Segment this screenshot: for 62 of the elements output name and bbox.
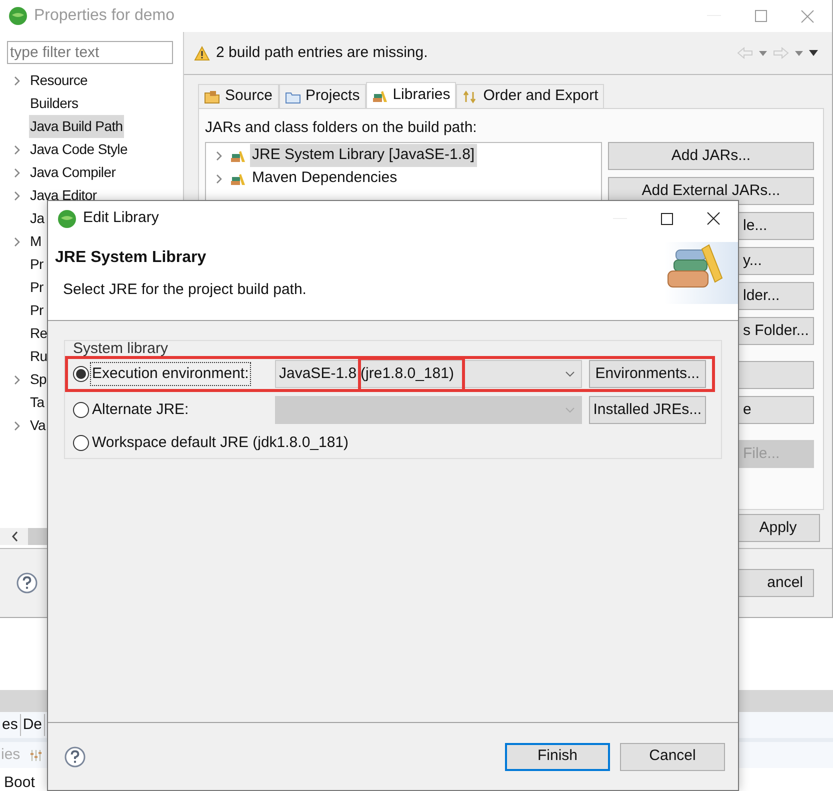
list-caption: JARs and class folders on the build path: xyxy=(205,118,478,138)
dialog-title: Edit Library xyxy=(83,208,159,228)
tab[interactable]: Order and Export xyxy=(456,84,604,108)
side-button[interactable]: Add JARs... xyxy=(608,142,814,170)
group-label: System library xyxy=(73,340,170,354)
library-icon xyxy=(230,172,246,186)
filter-field[interactable]: type filter text xyxy=(7,41,173,64)
tree-item[interactable]: M xyxy=(29,230,42,253)
tree-item[interactable]: Ru xyxy=(29,345,48,368)
tree-item[interactable]: Java Code Style xyxy=(29,138,128,161)
tree-item[interactable]: Pr xyxy=(29,299,44,322)
package-folder-icon xyxy=(204,90,220,104)
tree-row-text: Boot xyxy=(4,774,35,791)
dropdown-icon[interactable] xyxy=(795,50,803,56)
apply-button[interactable]: Apply xyxy=(736,514,820,542)
close-icon[interactable] xyxy=(707,212,720,225)
environments-button[interactable]: Environments... xyxy=(588,360,706,388)
tree-item[interactable]: Ta xyxy=(29,391,46,414)
tree-item[interactable]: Sp xyxy=(29,368,48,391)
environments-button[interactable]: Installed JREs... xyxy=(588,396,706,424)
highlighted-version-text: (jre1.8.0_181) xyxy=(358,356,465,392)
dialog-description: Select JRE for the project build path. xyxy=(63,280,306,300)
dialog-button[interactable]: Finish xyxy=(505,742,610,770)
tab[interactable]: Libraries xyxy=(366,82,456,108)
tree-item[interactable]: Va xyxy=(29,414,46,437)
help-icon[interactable] xyxy=(64,746,86,768)
view-tab[interactable]: De xyxy=(20,714,46,736)
radio-button[interactable]: Execution environment: xyxy=(73,362,273,386)
window-title: Properties for demo xyxy=(34,6,175,26)
view-tab[interactable]: es xyxy=(0,714,21,736)
dialog-heading: JRE System Library xyxy=(55,248,208,268)
tab[interactable]: Source xyxy=(198,84,279,108)
tree-item[interactable]: Builders xyxy=(29,92,80,115)
tree-item[interactable]: Java Compiler xyxy=(29,161,117,184)
tree-item[interactable]: Pr xyxy=(29,253,44,276)
tree-item[interactable]: Resource xyxy=(29,69,89,92)
tree-item[interactable]: Java Build Path xyxy=(29,115,124,138)
dialog-button[interactable]: Cancel xyxy=(620,742,725,770)
tree-item[interactable]: Re xyxy=(29,322,48,345)
warning-message: 2 build path entries are missing. xyxy=(216,42,428,63)
radio-button[interactable]: Workspace default JRE (jdk1.8.0_181) xyxy=(73,432,350,454)
dropdown-chevron-icon[interactable] xyxy=(564,371,575,377)
tree-item[interactable]: Ja xyxy=(29,207,46,230)
library-item[interactable]: Maven Dependencies xyxy=(250,167,400,190)
library-icon xyxy=(372,88,388,102)
dropdown-icon[interactable] xyxy=(759,50,767,56)
combo-value-text: JavaSE-1.8 xyxy=(279,364,358,384)
eclipse-logo-icon xyxy=(57,208,77,228)
library-icon xyxy=(230,148,246,162)
tab[interactable]: Projects xyxy=(278,84,366,108)
radio-button[interactable]: Alternate JRE: xyxy=(73,398,273,422)
maximize-icon[interactable] xyxy=(661,212,673,224)
folder-icon xyxy=(284,90,301,104)
filter-icon[interactable] xyxy=(30,748,44,762)
order-arrows-icon xyxy=(462,90,478,104)
library-item[interactable]: JRE System Library [JavaSE-1.8] xyxy=(250,144,477,167)
toolbar-label: ies xyxy=(1,744,20,765)
tree-item[interactable]: Pr xyxy=(29,276,44,299)
view-menu-icon[interactable] xyxy=(809,50,818,56)
warning-icon xyxy=(194,46,210,60)
eclipse-logo-icon xyxy=(8,6,28,26)
help-icon[interactable] xyxy=(16,572,38,594)
